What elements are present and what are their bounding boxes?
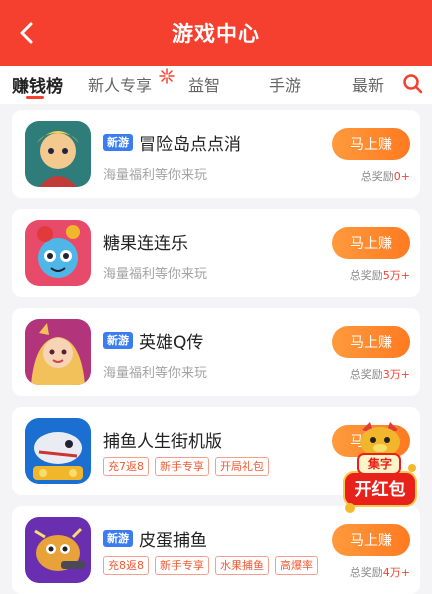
search-icon[interactable] [402,73,424,95]
tab-puzzle[interactable]: 益智 [188,72,220,96]
promo-tag: 充8返8 [103,556,149,575]
promo-tag: 开局礼包 [215,457,269,476]
back-button[interactable] [14,20,40,46]
tab-newcomer[interactable]: 新人专享 [88,72,152,96]
back-arrow-icon [20,22,33,44]
game-name: 皮蛋捕鱼 [139,531,207,551]
tab-mobile-games[interactable]: 手游 [269,72,301,96]
game-name: 英雄Q传 [139,333,204,353]
promo-tag: 新手专享 [155,457,209,476]
game-icon [25,418,91,484]
promo-tag: 充7返8 [103,457,149,476]
game-subtitle: 海量福利等你来玩 [103,267,208,282]
tab-latest[interactable]: 最新 [352,72,384,96]
title-bar: 游戏中心 [0,0,432,66]
earn-now-button[interactable]: 马上赚 [332,524,410,556]
promo-tag: 新手专享 [155,556,209,575]
game-name: 捕鱼人生街机版 [103,432,222,452]
new-game-badge: 新游 [103,134,133,151]
red-packet-main-label: 开红包 [354,480,406,500]
game-icon [25,220,91,286]
total-reward: 总奖励0+ [360,170,410,183]
earn-now-button[interactable]: 马上赚 [332,227,410,259]
category-tabs: 赚钱榜 新人专享 益智 手游 最新 [0,66,432,104]
tab-earn-ranking[interactable]: 赚钱榜 [12,72,63,97]
active-tab-indicator [26,96,44,99]
game-icon [25,121,91,187]
red-packet-top-label: 集字 [367,457,392,471]
earn-now-button[interactable]: 马上赚 [332,128,410,160]
sparkle-icon [159,68,175,84]
red-packet-floating-button[interactable]: 集字 开红包 [340,420,420,520]
game-name: 糖果连连乐 [103,234,188,254]
earn-now-button[interactable]: 马上赚 [332,326,410,358]
promo-tags: 充7返8 新手专享 开局礼包 [103,457,275,476]
page-title: 游戏中心 [172,22,260,46]
game-name: 冒险岛点点消 [139,135,241,155]
game-icon [25,319,91,385]
new-game-badge: 新游 [103,332,133,349]
game-list: 新游 冒险岛点点消 海量福利等你来玩 马上赚 总奖励0+ 糖果连连乐 海量福利等… [12,110,420,594]
game-subtitle: 海量福利等你来玩 [103,366,208,381]
game-card[interactable]: 新游 英雄Q传 海量福利等你来玩 马上赚 总奖励3万+ [12,308,420,396]
game-subtitle: 海量福利等你来玩 [103,168,208,183]
new-game-badge: 新游 [103,530,133,547]
promo-tag: 水果捕鱼 [215,556,269,575]
promo-tag: 高爆率 [275,556,318,575]
game-card[interactable]: 糖果连连乐 海量福利等你来玩 马上赚 总奖励5万+ [12,209,420,297]
total-reward: 总奖励3万+ [349,368,410,381]
promo-tags: 充8返8 新手专享 水果捕鱼 高爆率 [103,556,324,575]
total-reward: 总奖励5万+ [349,269,410,282]
game-icon [25,517,91,583]
total-reward: 总奖励4万+ [349,566,410,579]
game-card[interactable]: 新游 冒险岛点点消 海量福利等你来玩 马上赚 总奖励0+ [12,110,420,198]
